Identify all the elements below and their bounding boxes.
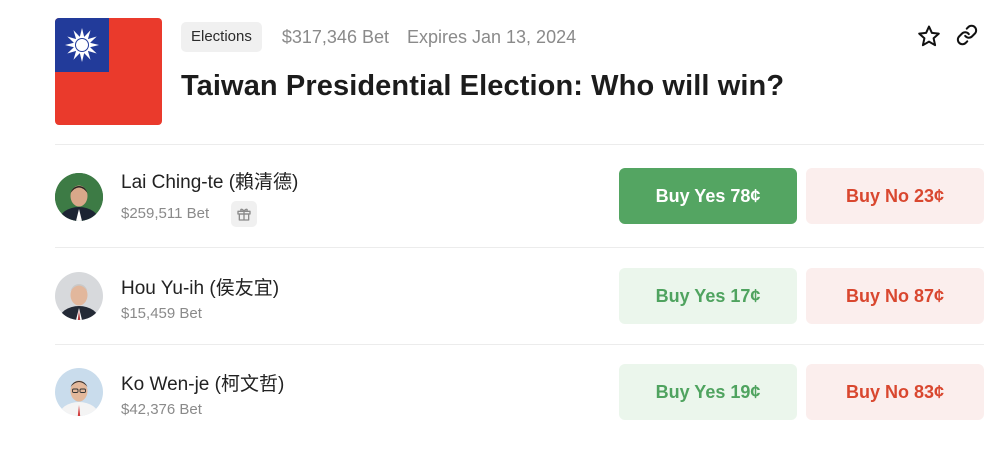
buy-no-button[interactable]: Buy No 87¢ [806, 268, 984, 324]
candidate-volume: $42,376 Bet [121, 401, 202, 418]
buy-yes-button[interactable]: Buy Yes 78¢ [619, 168, 797, 224]
candidate-row: Ko Wen-je (柯文哲) $42,376 Bet Buy Yes 19¢ … [55, 346, 984, 442]
buy-yes-button[interactable]: Buy Yes 17¢ [619, 268, 797, 324]
star-icon[interactable] [917, 24, 941, 48]
gift-icon[interactable] [231, 201, 257, 227]
candidate-name: Hou Yu-ih (侯友宜) [121, 278, 280, 299]
white-sun-icon [65, 28, 99, 62]
avatar [55, 173, 103, 221]
buy-no-button[interactable]: Buy No 83¢ [806, 364, 984, 420]
flag-canton [55, 18, 109, 72]
market-expiry: Expires Jan 13, 2024 [406, 26, 577, 47]
divider [55, 344, 984, 345]
candidate-name: Ko Wen-je (柯文哲) [121, 374, 285, 395]
candidate-row: Hou Yu-ih (侯友宜) $15,459 Bet Buy Yes 17¢ … [55, 250, 984, 346]
market-title: Taiwan Presidential Election: Who will w… [181, 70, 785, 102]
taiwan-flag-image [55, 18, 162, 125]
candidate-row: Lai Ching-te (賴清德) $259,511 Bet Buy Yes … [55, 150, 984, 246]
link-icon[interactable] [956, 24, 980, 48]
buy-no-button[interactable]: Buy No 23¢ [806, 168, 984, 224]
market-meta: Elections $317,346 Bet Expires Jan 13, 2… [181, 22, 576, 52]
market-volume: $317,346 Bet [281, 26, 389, 47]
buy-yes-button[interactable]: Buy Yes 19¢ [619, 364, 797, 420]
avatar [55, 272, 103, 320]
candidate-volume: $15,459 Bet [121, 305, 202, 322]
candidate-name: Lai Ching-te (賴清德) [121, 172, 299, 193]
divider [55, 144, 984, 145]
divider [55, 247, 984, 248]
candidate-volume: $259,511 Bet [121, 205, 210, 222]
avatar [55, 368, 103, 416]
category-tag[interactable]: Elections [181, 22, 262, 52]
